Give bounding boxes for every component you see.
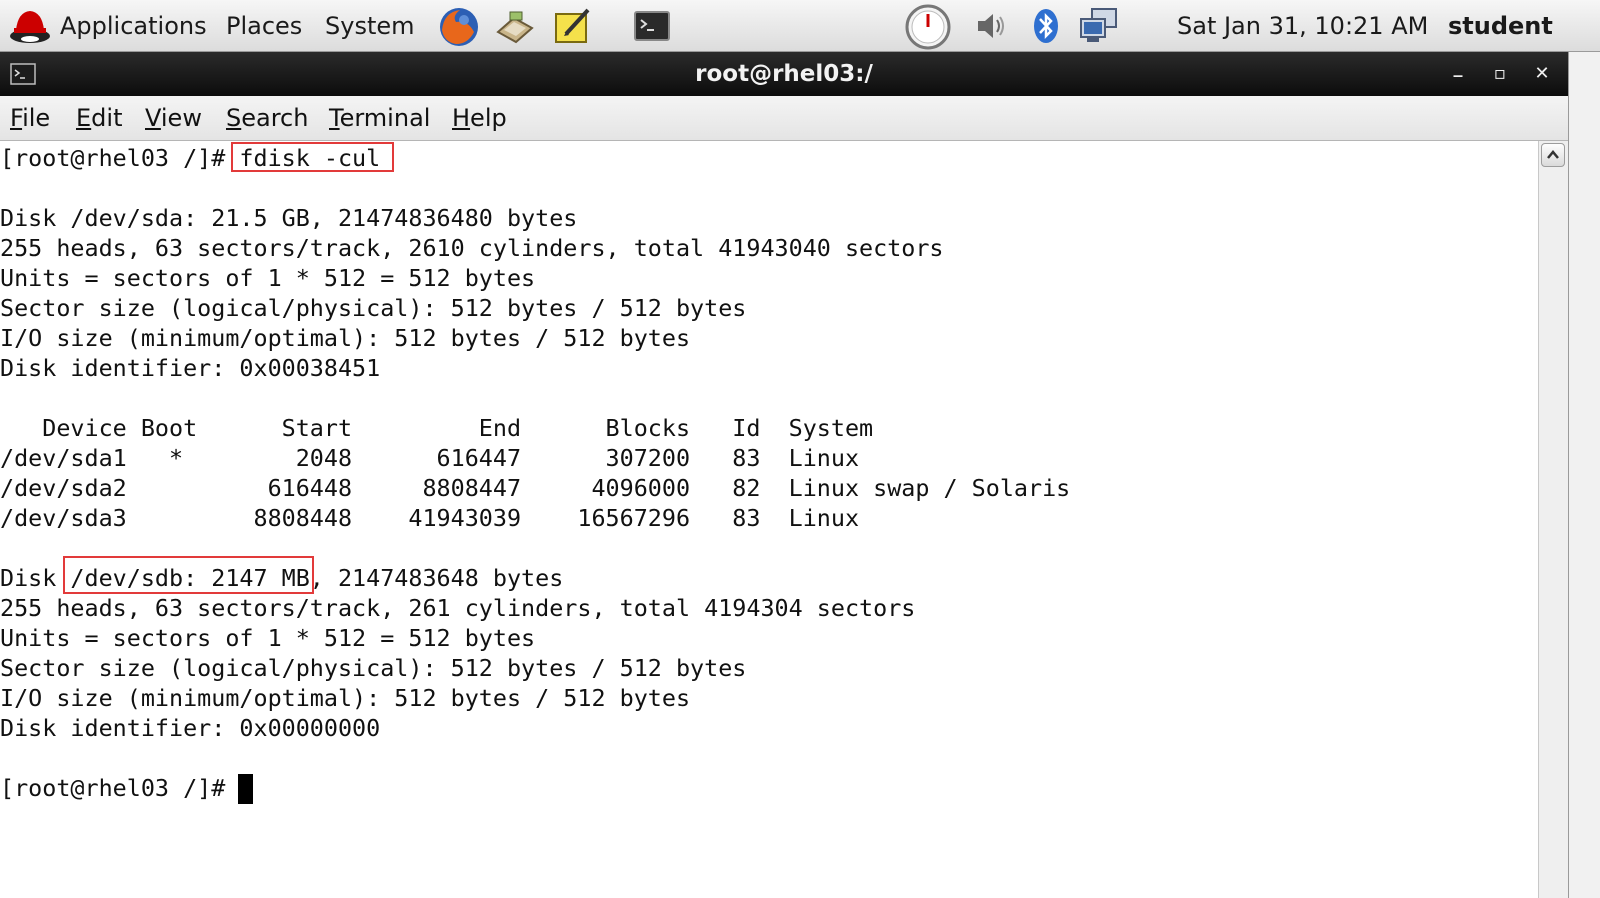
- top-panel: Applications Places System Sat Jan 31, 1…: [0, 0, 1600, 52]
- firefox-icon[interactable]: [438, 6, 478, 46]
- terminal-line: Sector size (logical/physical): 512 byte…: [0, 294, 747, 322]
- applications-menu[interactable]: Applications: [60, 0, 207, 52]
- menu-view[interactable]: View: [145, 96, 202, 141]
- menu-search[interactable]: Search: [226, 96, 308, 141]
- notes-icon[interactable]: [552, 6, 592, 46]
- terminal-scrollbar[interactable]: [1538, 141, 1568, 898]
- terminal-launcher-icon[interactable]: [632, 6, 672, 46]
- terminal-line: I/O size (minimum/optimal): 512 bytes / …: [0, 684, 691, 712]
- terminal-line: 255 heads, 63 sectors/track, 2610 cylind…: [0, 234, 944, 262]
- menu-terminal[interactable]: Terminal: [329, 96, 430, 141]
- volume-icon[interactable]: [974, 6, 1014, 46]
- menu-file[interactable]: File: [10, 96, 50, 141]
- system-menu[interactable]: System: [325, 0, 415, 52]
- terminal-line: 255 heads, 63 sectors/track, 261 cylinde…: [0, 594, 916, 622]
- clock[interactable]: Sat Jan 31, 10:21 AM: [1177, 0, 1428, 52]
- sdb-highlight-box: [63, 556, 314, 594]
- terminal-line: /dev/sda3 8808448 41943039 16567296 83 L…: [0, 504, 860, 532]
- window-titlebar[interactable]: root@rhel03:/ _ ▫ ✕: [0, 52, 1568, 96]
- menu-help[interactable]: Help: [452, 96, 507, 141]
- window-title: root@rhel03:/: [695, 61, 873, 87]
- terminal-line: Disk identifier: 0x00000000: [0, 714, 381, 742]
- terminal-prompt: [root@rhel03 /]#: [0, 774, 240, 802]
- bluetooth-icon[interactable]: [1030, 6, 1070, 46]
- places-menu[interactable]: Places: [226, 0, 302, 52]
- text-cursor: [238, 774, 253, 804]
- minimize-button[interactable]: _: [1444, 54, 1472, 82]
- terminal-line: /dev/sda2 616448 8808447 4096000 82 Linu…: [0, 474, 1071, 502]
- terminal-line: Sector size (logical/physical): 512 byte…: [0, 654, 747, 682]
- redhat-logo-icon[interactable]: [8, 6, 50, 46]
- terminal-line: Units = sectors of 1 * 512 = 512 bytes: [0, 624, 536, 652]
- network-icon[interactable]: [1078, 6, 1118, 46]
- terminal-output[interactable]: [root@rhel03 /]# fdisk -cul Disk /dev/sd…: [0, 141, 1538, 898]
- network-speed-icon[interactable]: [902, 4, 954, 50]
- chevron-up-icon: [1547, 150, 1559, 159]
- maximize-button[interactable]: ▫: [1486, 60, 1514, 88]
- close-button[interactable]: ✕: [1528, 60, 1556, 88]
- terminal-line: /dev/sda1 * 2048 616447 307200 83 Linux: [0, 444, 860, 472]
- command-highlight-box: [231, 142, 394, 172]
- menubar: File Edit View Search Terminal Help: [0, 96, 1568, 141]
- terminal-line: I/O size (minimum/optimal): 512 bytes / …: [0, 324, 691, 352]
- menu-edit[interactable]: Edit: [76, 96, 122, 141]
- mail-icon[interactable]: [494, 6, 534, 46]
- terminal-line: Device Boot Start End Blocks Id System: [0, 414, 874, 442]
- desktop-edge: [1568, 52, 1600, 898]
- scroll-up-button[interactable]: [1541, 143, 1565, 167]
- terminal-line: Disk /dev/sda: 21.5 GB, 21474836480 byte…: [0, 204, 578, 232]
- user-menu[interactable]: student: [1448, 0, 1553, 52]
- terminal-line: Disk identifier: 0x00038451: [0, 354, 381, 382]
- terminal-line: Units = sectors of 1 * 512 = 512 bytes: [0, 264, 536, 292]
